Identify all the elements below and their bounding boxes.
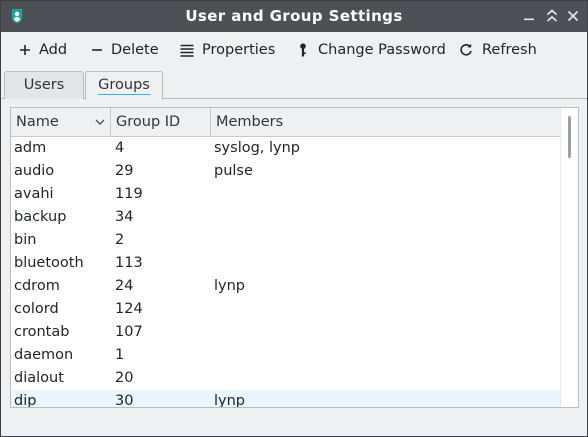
table-row[interactable]: bluetooth 113 [11, 252, 560, 275]
tab-bar: Users Groups [1, 68, 587, 100]
table-row[interactable]: bin 2 [11, 229, 560, 252]
tab-users[interactable]: Users [4, 71, 84, 99]
cell-name: cdrom [14, 278, 60, 294]
delete-label: Delete [111, 42, 159, 58]
tab-groups[interactable]: Groups [85, 71, 163, 100]
delete-button[interactable]: Delete [89, 32, 161, 68]
maximize-button[interactable] [545, 9, 559, 23]
column-header-group-id-label: Group ID [116, 114, 181, 130]
refresh-icon [460, 43, 472, 56]
status-bar [1, 413, 587, 436]
cell-name: crontab [14, 324, 70, 340]
cell-group-id: 113 [115, 255, 143, 271]
title-bar[interactable]: User and Group Settings [1, 1, 587, 32]
column-header-group-id[interactable]: Group ID [111, 108, 211, 136]
cell-name: avahi [14, 186, 54, 202]
cell-group-id: 107 [115, 324, 143, 340]
vertical-scrollbar[interactable] [560, 108, 578, 407]
minimize-button[interactable] [522, 9, 536, 23]
refresh-button[interactable]: Refresh [458, 32, 538, 68]
cell-name: audio [14, 163, 55, 179]
chevron-down-icon [95, 119, 105, 125]
tab-users-label: Users [23, 77, 65, 93]
table-row[interactable]: backup 34 [11, 206, 560, 229]
window-title: User and Group Settings [185, 7, 403, 25]
tab-groups-label: Groups [98, 77, 150, 95]
cell-group-id: 4 [115, 140, 125, 156]
cell-group-id: 1 [115, 347, 125, 363]
cell-group-id: 34 [115, 209, 134, 225]
restore-icon [546, 9, 558, 22]
scrollbar-thumb[interactable] [568, 116, 571, 158]
table-row[interactable]: cdrom 24 lynp [11, 275, 560, 298]
plus-icon [20, 45, 30, 55]
cell-group-id: 2 [115, 232, 125, 248]
cell-name: daemon [14, 347, 74, 363]
table-row[interactable]: daemon 1 [11, 344, 560, 367]
add-label: Add [39, 42, 68, 58]
add-button[interactable]: Add [17, 32, 73, 68]
cell-group-id: 20 [115, 370, 134, 386]
cell-group-id: 24 [115, 278, 134, 294]
cell-name: colord [14, 301, 59, 317]
table-row[interactable]: audio 29 pulse [11, 160, 560, 183]
cell-name: backup [14, 209, 67, 225]
cell-name: dialout [14, 370, 64, 386]
properties-icon [180, 44, 194, 57]
properties-label: Properties [202, 42, 276, 58]
cell-group-id: 124 [115, 301, 143, 317]
cell-members: pulse [214, 163, 253, 179]
table-row[interactable]: colord 124 [11, 298, 560, 321]
table-row[interactable]: avahi 119 [11, 183, 560, 206]
minimize-icon [524, 18, 534, 21]
cell-name: bluetooth [14, 255, 84, 271]
table-row[interactable]: adm 4 syslog, lynp [11, 137, 560, 160]
cell-group-id: 29 [115, 163, 134, 179]
minus-icon [92, 49, 102, 51]
table-row[interactable]: crontab 107 [11, 321, 560, 344]
key-icon [300, 43, 306, 57]
app-window: User and Group Settings Add Delete Prope… [0, 0, 588, 437]
column-header-members-label: Members [216, 114, 284, 130]
table-row[interactable]: dip 30 lynp [11, 390, 560, 408]
cell-members: lynp [214, 393, 246, 408]
toolbar: Add Delete Properties Change Password Re… [1, 32, 587, 68]
cell-members: syslog, lynp [214, 140, 301, 156]
column-header-name[interactable]: Name [11, 108, 111, 136]
table-header: Name Group ID Members [11, 108, 560, 137]
change-password-label: Change Password [318, 42, 446, 58]
change-password-button[interactable]: Change Password [295, 32, 446, 68]
close-icon [567, 10, 579, 22]
cell-group-id: 30 [115, 393, 134, 408]
cell-name: bin [14, 232, 37, 248]
cell-name: adm [14, 140, 47, 156]
properties-button[interactable]: Properties [179, 32, 277, 68]
close-button[interactable] [566, 9, 580, 23]
column-header-members[interactable]: Members [211, 108, 560, 136]
cell-group-id: 119 [115, 186, 143, 202]
column-header-name-label: Name [16, 114, 59, 130]
refresh-label: Refresh [482, 42, 537, 58]
table-row[interactable]: dialout 20 [11, 367, 560, 390]
cell-members: lynp [214, 278, 246, 294]
groups-table: Name Group ID Members adm 4 syslog, lynp… [10, 107, 579, 408]
cell-name: dip [14, 393, 37, 408]
